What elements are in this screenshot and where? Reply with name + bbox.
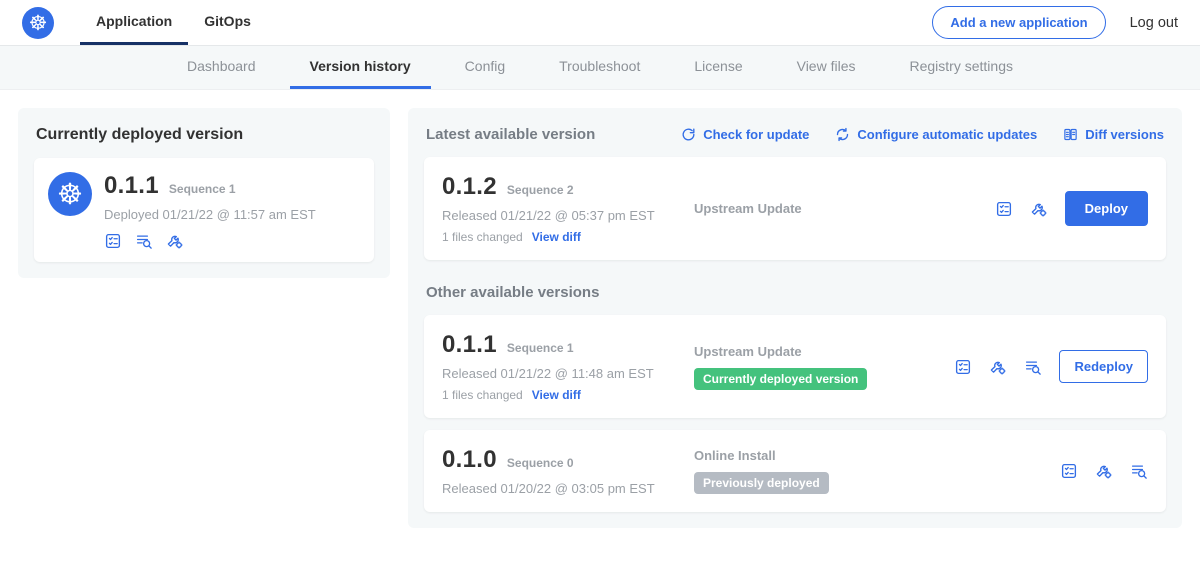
release-notes-icon[interactable] — [954, 358, 972, 376]
version-info: 0.1.2 Sequence 2 Released 01/21/22 @ 05:… — [442, 173, 694, 244]
available-panel-title: Latest available version — [426, 126, 595, 143]
config-icon[interactable] — [1030, 200, 1048, 218]
diff-versions-label: Diff versions — [1085, 127, 1164, 142]
version-card-0-1-0: 0.1.0 Sequence 0 Released 01/20/22 @ 03:… — [424, 430, 1166, 512]
subnav-item-view-files[interactable]: View files — [777, 46, 876, 89]
available-actions: Check for update Configure automatic upd… — [681, 127, 1164, 142]
diff-versions-button[interactable]: Diff versions — [1063, 127, 1164, 142]
add-application-button[interactable]: Add a new application — [932, 6, 1105, 39]
release-notes-icon[interactable] — [104, 232, 122, 250]
previously-deployed-badge: Previously deployed — [694, 472, 829, 494]
release-notes-icon[interactable] — [1060, 462, 1078, 480]
deployed-actions — [104, 232, 316, 250]
sequence-label: Sequence 1 — [169, 182, 236, 196]
view-diff-link[interactable]: View diff — [532, 388, 581, 402]
version-info: 0.1.1 Sequence 1 Released 01/21/22 @ 11:… — [442, 331, 694, 402]
tab-application[interactable]: Application — [80, 0, 188, 45]
available-header: Latest available version Check for updat… — [426, 126, 1164, 143]
version-row: 0.1.1 Sequence 1 — [104, 172, 316, 200]
subnav-item-config[interactable]: Config — [445, 46, 525, 89]
version-source: Upstream Update Currently deployed versi… — [694, 344, 954, 390]
topbar: ☸ Application GitOps Add a new applicati… — [0, 0, 1200, 46]
configure-automatic-updates-button[interactable]: Configure automatic updates — [835, 127, 1037, 142]
sequence-label: Sequence 1 — [507, 341, 574, 355]
configure-automatic-updates-label: Configure automatic updates — [857, 127, 1037, 142]
subnav-item-version-history[interactable]: Version history — [290, 46, 431, 89]
logout-button[interactable]: Log out — [1130, 15, 1178, 31]
sequence-label: Sequence 2 — [507, 183, 574, 197]
config-icon[interactable] — [989, 358, 1007, 376]
available-panel: Latest available version Check for updat… — [408, 108, 1182, 528]
upstream-update-label: Upstream Update — [694, 201, 985, 216]
check-for-update-label: Check for update — [703, 127, 809, 142]
version-card-0-1-1: 0.1.1 Sequence 1 Released 01/21/22 @ 11:… — [424, 315, 1166, 418]
view-diff-link[interactable]: View diff — [532, 230, 581, 244]
redeploy-button[interactable]: Redeploy — [1059, 350, 1148, 383]
deployed-panel: Currently deployed version ☸ 0.1.1 Seque… — [18, 108, 390, 278]
deployed-panel-title: Currently deployed version — [36, 126, 372, 144]
version-actions: Deploy — [995, 191, 1148, 226]
version-number: 0.1.1 — [104, 172, 159, 200]
deploy-button[interactable]: Deploy — [1065, 191, 1148, 226]
version-actions: Redeploy — [954, 350, 1148, 383]
version-source: Online Install Previously deployed — [694, 448, 1060, 494]
kubernetes-logo-icon: ☸ — [22, 7, 54, 39]
check-for-update-button[interactable]: Check for update — [681, 127, 809, 142]
deployed-version-info: 0.1.1 Sequence 1 Deployed 01/21/22 @ 11:… — [104, 172, 316, 250]
version-info: 0.1.0 Sequence 0 Released 01/20/22 @ 03:… — [442, 446, 694, 496]
version-card-latest: 0.1.2 Sequence 2 Released 01/21/22 @ 05:… — [424, 157, 1166, 260]
app-icon: ☸ — [48, 172, 92, 216]
subnav-item-troubleshoot[interactable]: Troubleshoot — [539, 46, 660, 89]
subnav-item-registry-settings[interactable]: Registry settings — [890, 46, 1033, 89]
version-number: 0.1.0 — [442, 446, 497, 474]
version-number: 0.1.2 — [442, 173, 497, 201]
release-notes-icon[interactable] — [995, 200, 1013, 218]
app-subnav: Dashboard Version history Config Trouble… — [0, 46, 1200, 90]
released-timestamp: Released 01/21/22 @ 11:48 am EST — [442, 366, 694, 381]
released-timestamp: Released 01/21/22 @ 05:37 pm EST — [442, 208, 694, 223]
deployed-timestamp: Deployed 01/21/22 @ 11:57 am EST — [104, 207, 316, 222]
upstream-update-label: Upstream Update — [694, 344, 944, 359]
released-timestamp: Released 01/20/22 @ 03:05 pm EST — [442, 481, 694, 496]
logo-wrap: ☸ — [22, 0, 54, 45]
topbar-right: Add a new application Log out — [932, 0, 1178, 45]
files-changed-label: 1 files changed — [442, 230, 523, 244]
other-versions-title: Other available versions — [426, 284, 1164, 301]
sequence-label: Sequence 0 — [507, 456, 574, 470]
deploy-logs-icon[interactable] — [135, 232, 153, 250]
tab-gitops[interactable]: GitOps — [188, 0, 267, 45]
currently-deployed-badge: Currently deployed version — [694, 368, 867, 390]
version-number: 0.1.1 — [442, 331, 497, 359]
diff-icon — [1063, 127, 1078, 142]
auto-update-icon — [835, 127, 850, 142]
version-actions — [1060, 462, 1148, 480]
subnav-item-dashboard[interactable]: Dashboard — [167, 46, 276, 89]
deploy-logs-icon[interactable] — [1024, 358, 1042, 376]
version-source: Upstream Update — [694, 201, 995, 216]
refresh-icon — [681, 127, 696, 142]
deployed-version-card: ☸ 0.1.1 Sequence 1 Deployed 01/21/22 @ 1… — [34, 158, 374, 262]
main-content: Currently deployed version ☸ 0.1.1 Seque… — [0, 90, 1200, 546]
files-changed-label: 1 files changed — [442, 388, 523, 402]
deploy-logs-icon[interactable] — [1130, 462, 1148, 480]
online-install-label: Online Install — [694, 448, 1050, 463]
config-icon[interactable] — [1095, 462, 1113, 480]
config-icon[interactable] — [166, 232, 184, 250]
subnav-item-license[interactable]: License — [674, 46, 762, 89]
